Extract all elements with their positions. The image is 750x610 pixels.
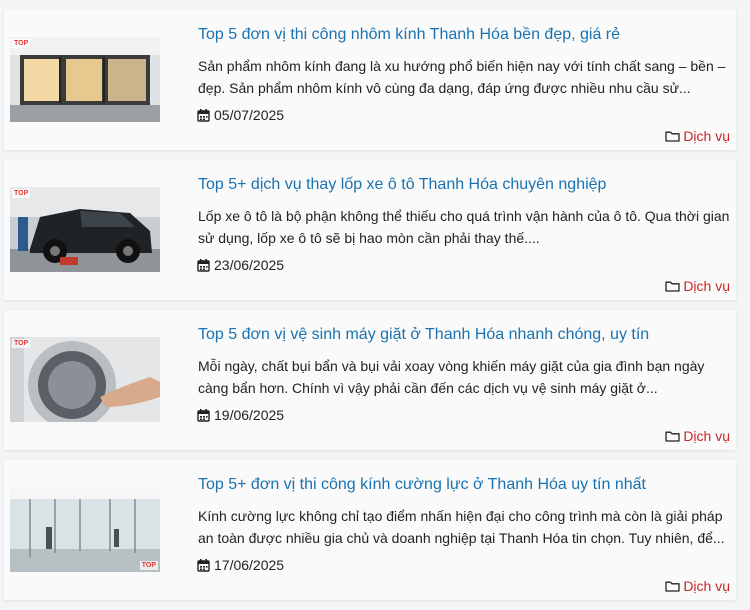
folder-icon	[665, 131, 680, 142]
post-excerpt: Sản phẩm nhôm kính đang là xu hướng phổ …	[198, 58, 726, 96]
post-date: 05/07/2025	[197, 106, 284, 124]
post-thumbnail[interactable]: TOP	[10, 187, 160, 272]
post-date: 17/06/2025	[197, 556, 284, 574]
top-badge: TOP	[139, 561, 158, 570]
folder-icon	[665, 581, 680, 592]
folder-icon	[665, 431, 680, 442]
post-card: TOP Top 5+ dịch vụ thay lốp xe ô tô Than…	[4, 160, 736, 300]
post-title[interactable]: Top 5 đơn vị vệ sinh máy giặt ở Thanh Hó…	[198, 324, 726, 346]
post-card: TOP Top 5 đơn vị vệ sinh máy giặt ở Than…	[4, 310, 736, 450]
post-excerpt: Mỗi ngày, chất bụi bẩn và bụi vải xoay v…	[198, 358, 705, 396]
calendar-icon	[197, 108, 210, 122]
post-date-text: 23/06/2025	[214, 257, 285, 273]
folder-icon	[665, 281, 680, 292]
post-date-text: 17/06/2025	[214, 557, 285, 573]
post-category-link[interactable]: Dịch vụ	[683, 277, 730, 295]
post-excerpt: Kính cường lực không chỉ tạo điểm nhấn h…	[198, 508, 725, 546]
post-category[interactable]: Dịch vụ	[665, 427, 730, 445]
post-title[interactable]: Top 5+ đơn vị thi công kính cường lực ở …	[198, 474, 726, 496]
post-date-text: 19/06/2025	[214, 407, 285, 423]
post-card: TOP Top 5+ đơn vị thi công kính cường lự…	[4, 460, 736, 600]
post-title[interactable]: Top 5 đơn vị thi công nhôm kính Thanh Hó…	[198, 24, 726, 46]
calendar-icon	[197, 558, 210, 572]
top-badge: TOP	[12, 39, 31, 48]
post-thumbnail[interactable]: TOP	[10, 37, 160, 122]
post-category[interactable]: Dịch vụ	[665, 277, 730, 295]
top-badge: TOP	[12, 339, 31, 348]
post-date-text: 05/07/2025	[214, 107, 285, 123]
calendar-icon	[197, 258, 210, 272]
post-thumbnail[interactable]: TOP	[10, 487, 160, 572]
post-card: TOP Top 5 đơn vị thi công nhôm kính Than…	[4, 10, 736, 150]
post-thumbnail[interactable]: TOP	[10, 337, 160, 422]
post-list: TOP Top 5 đơn vị thi công nhôm kính Than…	[0, 0, 750, 610]
post-date: 23/06/2025	[197, 256, 284, 274]
post-date: 19/06/2025	[197, 406, 284, 424]
calendar-icon	[197, 408, 210, 422]
post-title[interactable]: Top 5+ dịch vụ thay lốp xe ô tô Thanh Hó…	[198, 174, 726, 196]
post-category[interactable]: Dịch vụ	[665, 577, 730, 595]
top-badge: TOP	[12, 189, 31, 198]
post-category-link[interactable]: Dịch vụ	[683, 427, 730, 445]
post-excerpt: Lốp xe ô tô là bộ phận không thể thiếu c…	[198, 208, 730, 246]
post-category[interactable]: Dịch vụ	[665, 127, 730, 145]
post-category-link[interactable]: Dịch vụ	[683, 577, 730, 595]
post-category-link[interactable]: Dịch vụ	[683, 127, 730, 145]
